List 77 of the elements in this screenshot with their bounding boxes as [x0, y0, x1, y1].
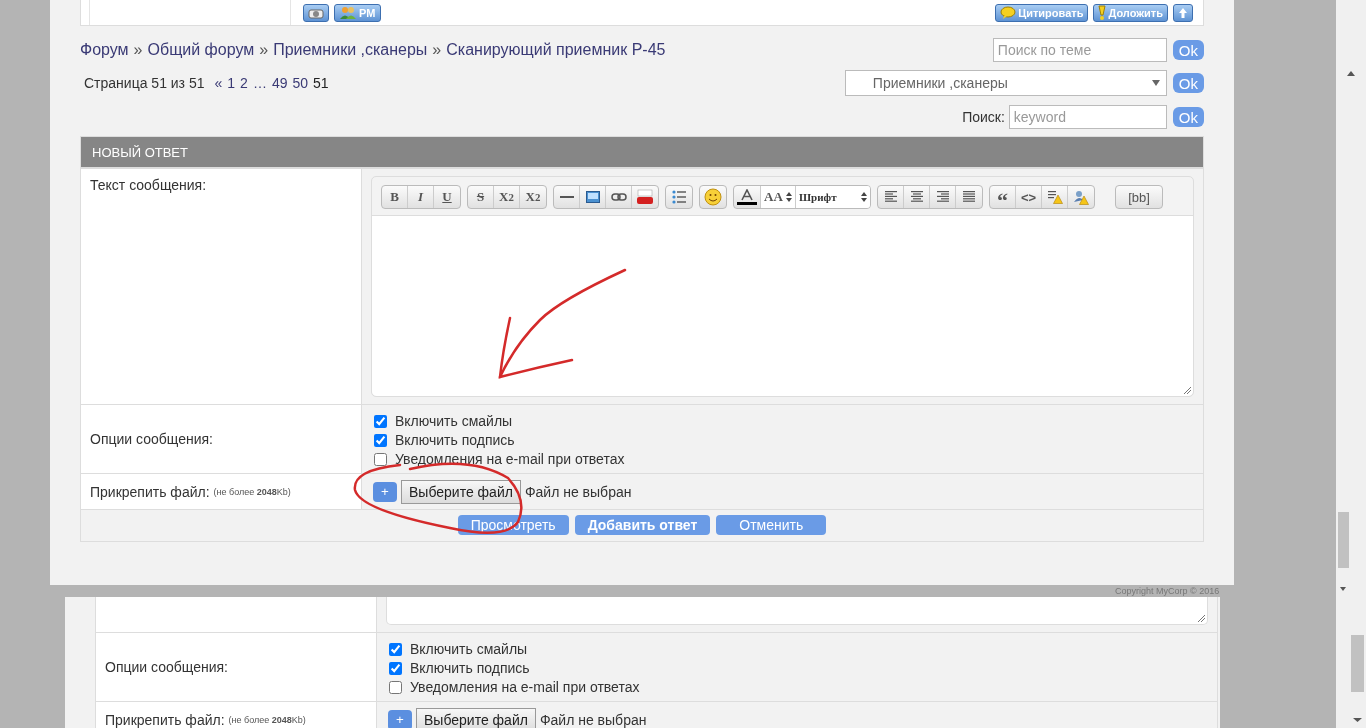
- chain-link-icon: [610, 193, 627, 201]
- file-status: Файл не выбран: [539, 711, 647, 728]
- italic-button[interactable]: I: [408, 186, 434, 208]
- breadcrumb-separator: »: [432, 41, 442, 59]
- breadcrumb-separator: »: [133, 41, 143, 59]
- options-label: Опции сообщения:: [90, 431, 213, 447]
- quote-button[interactable]: “: [990, 186, 1017, 208]
- checkbox[interactable]: [389, 642, 402, 656]
- text-color-icon: [737, 189, 757, 205]
- exclamation-icon: [1098, 4, 1107, 21]
- forum-select[interactable]: Приемники ,сканеры: [844, 70, 1167, 96]
- search-label: Поиск:: [962, 109, 1005, 125]
- checkbox[interactable]: [374, 452, 387, 466]
- breadcrumb-link[interactable]: Общий форум: [147, 41, 255, 59]
- option-label: Включить подпись: [410, 660, 530, 676]
- search-field[interactable]: keyword: [1008, 105, 1167, 129]
- image-icon: [585, 191, 600, 203]
- attach-label: Прикрепить файл:: [90, 483, 210, 500]
- page-link[interactable]: 2: [240, 75, 248, 91]
- options-label: Опции сообщения:: [105, 659, 228, 675]
- page-info: Страница 51 из 51: [84, 75, 205, 91]
- size-limit-note: (не более 2048Kb): [228, 714, 306, 725]
- warning-icon: [1046, 190, 1063, 204]
- breadcrumb-link[interactable]: Форум: [80, 41, 129, 59]
- choose-file-button[interactable]: Выберите файл: [401, 479, 521, 504]
- up-arrow-icon: [1178, 6, 1188, 19]
- dropdown-arrow-icon: [1151, 80, 1160, 86]
- align-right-icon: [935, 191, 950, 203]
- code-button[interactable]: <>: [1016, 186, 1043, 208]
- choose-file-button[interactable]: Выберите файл: [416, 707, 536, 728]
- breadcrumb-link[interactable]: Сканирующий приемник Р-45: [446, 41, 666, 59]
- video-icon: [636, 189, 654, 205]
- underline-button[interactable]: U: [434, 186, 460, 208]
- breadcrumb-separator: »: [259, 41, 269, 59]
- user-warning-icon: [1073, 189, 1090, 205]
- size-limit-note: (не более 2048Kb): [213, 486, 291, 497]
- attach-label: Прикрепить файл:: [105, 711, 225, 728]
- breadcrumb-link[interactable]: Приемники ,сканеры: [273, 41, 428, 59]
- spinner-arrows-icon: [786, 192, 793, 202]
- scroll-top-button[interactable]: [1173, 3, 1193, 22]
- profile-button[interactable]: [303, 3, 329, 22]
- justify-icon: [962, 191, 977, 203]
- smiley-icon: [704, 188, 722, 206]
- people-icon: [339, 5, 357, 20]
- page-link[interactable]: «: [214, 75, 223, 91]
- checkbox[interactable]: [374, 433, 387, 447]
- option-label: Включить смайлы: [395, 413, 513, 429]
- page-link[interactable]: …: [252, 75, 267, 91]
- message-label: Текст сообщения:: [90, 177, 207, 193]
- spinner-arrows-icon: [861, 192, 868, 202]
- page-link[interactable]: 49: [271, 75, 288, 91]
- topic-search-field[interactable]: Поиск по теме: [992, 38, 1167, 62]
- option-label: Включить смайлы: [410, 641, 528, 657]
- page-link[interactable]: 50: [292, 75, 309, 91]
- page-link[interactable]: 51: [313, 75, 329, 91]
- font-size-select[interactable]: AA: [761, 186, 797, 208]
- align-left-icon: [883, 191, 898, 203]
- list-icon: [672, 190, 686, 204]
- bbcode-button[interactable]: [bb]: [1116, 186, 1163, 208]
- checkbox[interactable]: [389, 680, 402, 694]
- option-label: Уведомления на e-mail при ответах: [410, 679, 640, 695]
- page-link[interactable]: 1: [227, 75, 236, 91]
- file-status: Файл не выбран: [524, 483, 632, 500]
- camera-icon: [308, 6, 324, 19]
- resize-grip-icon: [1198, 615, 1205, 622]
- checkbox[interactable]: [389, 661, 402, 675]
- section-header: НОВЫЙ ОТВЕТ: [80, 136, 1204, 168]
- bold-button[interactable]: B: [382, 186, 408, 208]
- option-label: Включить подпись: [395, 432, 515, 448]
- align-center-icon: [909, 191, 924, 203]
- horizontal-rule-icon: [559, 196, 574, 198]
- strike-button[interactable]: S: [468, 186, 494, 208]
- checkbox[interactable]: [374, 414, 387, 428]
- resize-grip-icon: [1184, 387, 1191, 394]
- speech-bubble-icon: [1000, 5, 1017, 20]
- font-select[interactable]: Шрифт: [796, 186, 871, 208]
- option-label: Уведомления на e-mail при ответах: [395, 451, 625, 467]
